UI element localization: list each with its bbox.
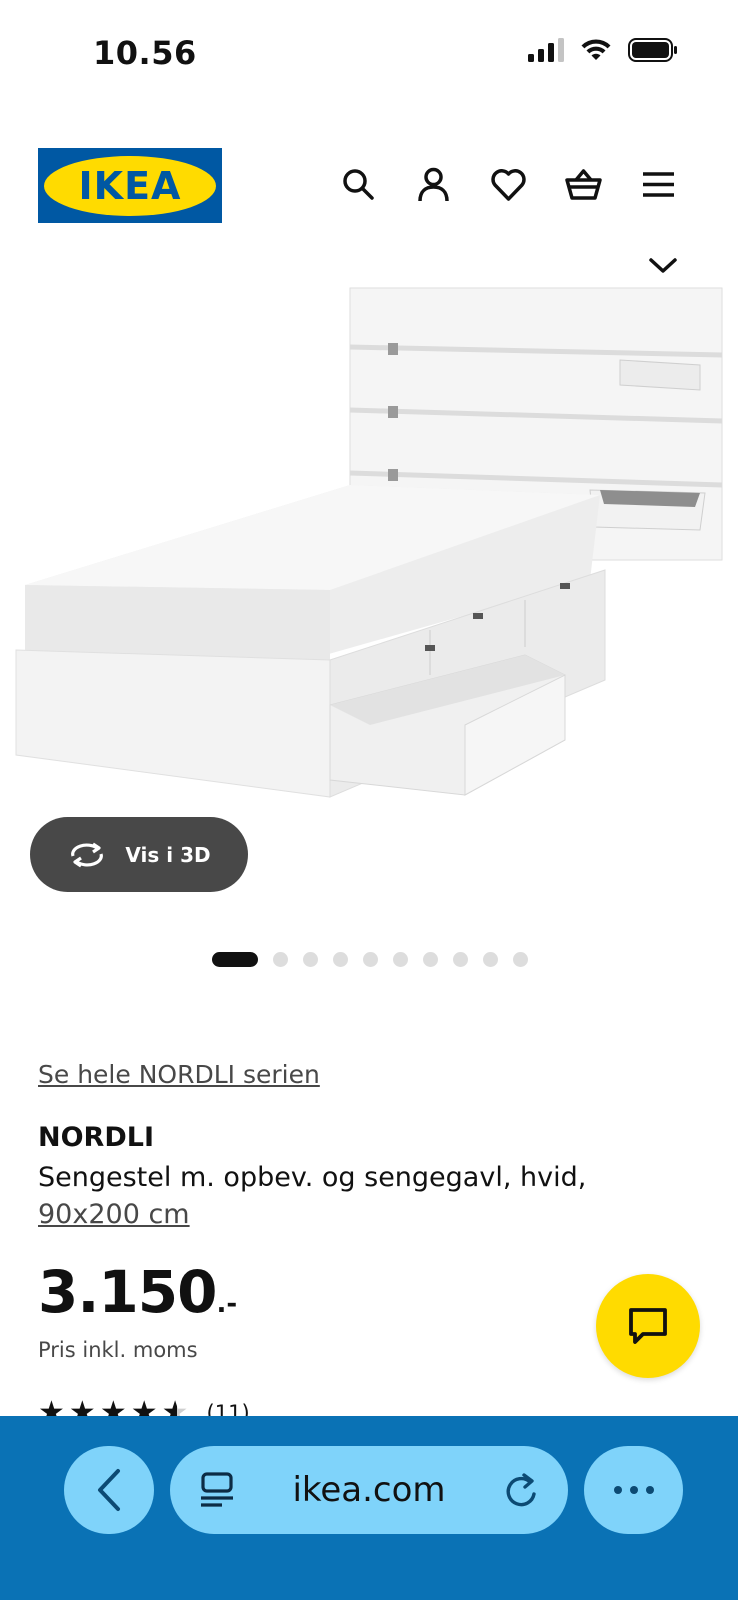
search-icon[interactable]: [340, 166, 377, 203]
browser-more-button[interactable]: [584, 1446, 683, 1534]
series-link[interactable]: Se hele NORDLI serien: [38, 1060, 320, 1089]
logo-oval: IKEA: [44, 155, 216, 216]
chat-button[interactable]: [596, 1274, 700, 1378]
product-price: 3.150.-: [38, 1258, 237, 1326]
gallery-pagination: [212, 952, 528, 967]
view-in-3d-button[interactable]: Vis i 3D: [30, 817, 248, 892]
pagination-dot[interactable]: [423, 952, 438, 967]
rotate-3d-icon: [71, 842, 104, 867]
chevron-down-icon[interactable]: [648, 255, 678, 275]
product-description: Sengestel m. opbev. og sengegavl, hvid, …: [38, 1159, 678, 1233]
status-time: 10.56: [93, 34, 197, 72]
product-size-link[interactable]: 90x200 cm: [38, 1199, 190, 1230]
more-dot-icon: [629, 1486, 638, 1494]
product-description-text: Sengestel m. opbev. og sengegavl, hvid,: [38, 1162, 587, 1193]
url-text: ikea.com: [292, 1470, 446, 1510]
menu-icon[interactable]: [640, 166, 677, 203]
heart-icon[interactable]: [490, 166, 527, 203]
battery-icon: [628, 38, 677, 62]
basket-icon[interactable]: [565, 166, 602, 203]
header-nav-icons: [340, 166, 677, 203]
status-icons: [528, 38, 678, 62]
reader-mode-icon[interactable]: [198, 1470, 236, 1510]
more-dot-icon: [645, 1486, 654, 1494]
reload-icon[interactable]: [502, 1470, 540, 1510]
pagination-dot[interactable]: [273, 952, 288, 967]
price-main: 3.150: [38, 1258, 217, 1326]
cellular-signal-icon: [528, 38, 564, 62]
more-dot-icon: [613, 1486, 622, 1494]
pagination-dot[interactable]: [333, 952, 348, 967]
pagination-dot[interactable]: [212, 952, 258, 967]
browser-address-bar[interactable]: ikea.com: [170, 1446, 568, 1534]
product-name: NORDLI: [38, 1122, 155, 1153]
logo-text: IKEA: [78, 163, 182, 208]
wifi-icon: [581, 39, 611, 60]
pagination-dot[interactable]: [393, 952, 408, 967]
account-icon[interactable]: [415, 166, 452, 203]
chevron-left-icon: [98, 1469, 120, 1511]
view-in-3d-label: Vis i 3D: [125, 842, 211, 867]
pagination-dot[interactable]: [483, 952, 498, 967]
pagination-dot[interactable]: [303, 952, 318, 967]
ikea-logo[interactable]: IKEA: [38, 148, 222, 223]
price-note: Pris inkl. moms: [38, 1338, 198, 1362]
pagination-dot[interactable]: [453, 952, 468, 967]
pagination-dot[interactable]: [363, 952, 378, 967]
pagination-dot[interactable]: [513, 952, 528, 967]
browser-back-button[interactable]: [64, 1446, 154, 1534]
product-image[interactable]: [0, 285, 738, 825]
chat-icon: [629, 1308, 667, 1344]
price-suffix: .-: [216, 1289, 238, 1319]
